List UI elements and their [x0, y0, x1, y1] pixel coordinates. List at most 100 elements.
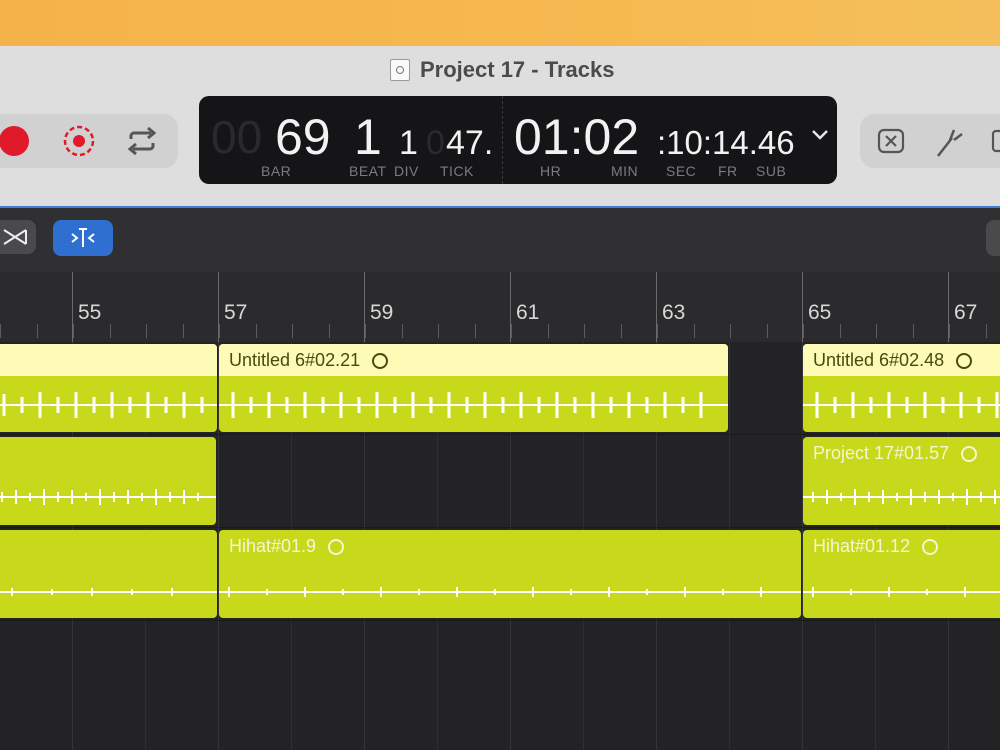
- chevron-down-icon: [812, 130, 828, 140]
- ruler-tick: [730, 324, 731, 338]
- audio-region[interactable]: Untitled 6#02.48: [803, 344, 1000, 432]
- replace-mode-button[interactable]: [874, 124, 908, 158]
- capture-recording-button[interactable]: [60, 122, 98, 160]
- tuner-button[interactable]: [930, 122, 970, 162]
- crossfade-button[interactable]: [0, 220, 36, 254]
- lcd-label-bar: BAR: [261, 163, 292, 179]
- bar-number: 65: [808, 301, 832, 324]
- waveform: [219, 392, 728, 418]
- record-icon: [0, 126, 29, 156]
- waveform: [0, 489, 216, 505]
- audio-region-selected[interactable]: [0, 530, 217, 618]
- region-header: [0, 344, 217, 376]
- ruler-tick: [657, 324, 658, 338]
- document-icon: [390, 59, 410, 81]
- lcd-label-hr: HR: [540, 163, 562, 179]
- region-name: Untitled 6#02.21: [229, 350, 361, 370]
- waveform: [803, 392, 1000, 418]
- lcd-tick: 47.: [446, 124, 494, 162]
- more-controls-button[interactable]: [988, 126, 1000, 156]
- ruler-tick: [548, 324, 549, 338]
- timeline-ruler[interactable]: 55 57 59 61 63 65 67: [0, 272, 1000, 342]
- ruler-tick: [219, 324, 220, 338]
- ruler-tick: [694, 324, 695, 338]
- bar-number: 67: [954, 301, 978, 324]
- ruler-tick: [73, 324, 74, 338]
- lcd-label-sub: SUB: [756, 163, 787, 179]
- lcd-label-fr: FR: [718, 163, 738, 179]
- tuner-icon: [937, 129, 963, 157]
- loop-icon: [961, 445, 978, 462]
- track-divider: [0, 527, 1000, 528]
- waveform: [0, 392, 217, 418]
- tracks-area[interactable]: Untitled 6#02.21 Untitled 6#02.48 Projec…: [0, 342, 1000, 750]
- ruler-tick: [767, 324, 768, 338]
- lcd-menu-button[interactable]: [810, 128, 830, 147]
- ruler-tick: [183, 324, 184, 338]
- window-title-text: Project 17 - Tracks: [420, 57, 615, 82]
- region-name: Project 17#01.57: [813, 443, 950, 463]
- snap-button[interactable]: [53, 220, 113, 256]
- x-box-icon: [877, 128, 905, 154]
- ruler-tick: [621, 324, 622, 338]
- audio-region-selected[interactable]: Hihat#01.9: [219, 530, 801, 618]
- lcd-seconds-frames: :10:14.46: [657, 124, 795, 161]
- ruler-tick: [475, 324, 476, 338]
- audio-region-selected[interactable]: [0, 437, 216, 525]
- audio-region-selected[interactable]: Hihat#01.12: [803, 530, 1000, 618]
- lcd-display[interactable]: 00 69 1 1 0 47. 01:02 :10:14.46 BAR BEAT…: [199, 96, 837, 184]
- region-title: Untitled 6#02.48: [813, 350, 973, 371]
- record-button[interactable]: [0, 126, 34, 156]
- waveform: [803, 587, 1000, 597]
- audio-region-selected[interactable]: Project 17#01.57: [803, 437, 1000, 525]
- crossfade-icon: [3, 229, 27, 245]
- lcd-bar: 69: [275, 109, 331, 165]
- bar-number: 61: [516, 301, 540, 324]
- waveform: [219, 587, 801, 597]
- ruler-tick: [292, 324, 293, 338]
- lcd-label-sec: SEC: [666, 163, 697, 179]
- cycle-button[interactable]: [120, 122, 164, 160]
- lcd-bar-leading-zeros: 00: [211, 111, 263, 163]
- ruler-tick: [402, 324, 403, 338]
- ruler-tick: [256, 324, 257, 338]
- region-title: Untitled 6#02.21: [229, 350, 389, 371]
- bar-number: 57: [224, 301, 248, 324]
- logic-window: Project 17 - Tracks 00 69 1 1 0 47. 01:0…: [0, 46, 1000, 750]
- ruler-tick: [438, 324, 439, 338]
- audio-region[interactable]: [0, 344, 217, 432]
- lcd-label-tick: TICK: [440, 163, 474, 179]
- ruler-tick: [876, 324, 877, 338]
- snap-icon: [71, 228, 95, 247]
- ruler-tick: [511, 324, 512, 338]
- control-bar: Project 17 - Tracks 00 69 1 1 0 47. 01:0…: [0, 46, 1000, 208]
- loop-icon: [956, 352, 973, 369]
- bar-number: 63: [662, 301, 686, 324]
- ruler-tick: [584, 324, 585, 338]
- loop-icon: [328, 538, 345, 555]
- lcd-tick-leading-zero: 0: [426, 124, 445, 162]
- lcd-label-beat: BEAT: [349, 163, 387, 179]
- loop-icon: [922, 538, 939, 555]
- ruler-tick: [365, 324, 366, 338]
- tracks-toolbar: [0, 208, 1000, 272]
- partial-icon: [991, 129, 1000, 153]
- region-title: Hihat#01.9: [229, 536, 345, 557]
- ruler-tick: [913, 324, 914, 338]
- loop-icon: [372, 352, 389, 369]
- track-divider: [0, 620, 1000, 621]
- waveform: [0, 588, 217, 596]
- bar-number: 59: [370, 301, 394, 324]
- ruler-tick: [329, 324, 330, 338]
- ruler-tick: [146, 324, 147, 338]
- ruler-tick: [840, 324, 841, 338]
- ruler-tick: [0, 324, 1, 338]
- audio-region[interactable]: Untitled 6#02.21: [219, 344, 728, 432]
- waveform: [803, 489, 1000, 505]
- bar-number: 55: [78, 301, 102, 324]
- lcd-label-div: DIV: [394, 163, 419, 179]
- ruler-tick: [110, 324, 111, 338]
- lcd-hours-minutes: 01:02: [514, 109, 640, 165]
- lcd-separator: [502, 96, 504, 184]
- edge-toolbar-button[interactable]: [986, 220, 1000, 256]
